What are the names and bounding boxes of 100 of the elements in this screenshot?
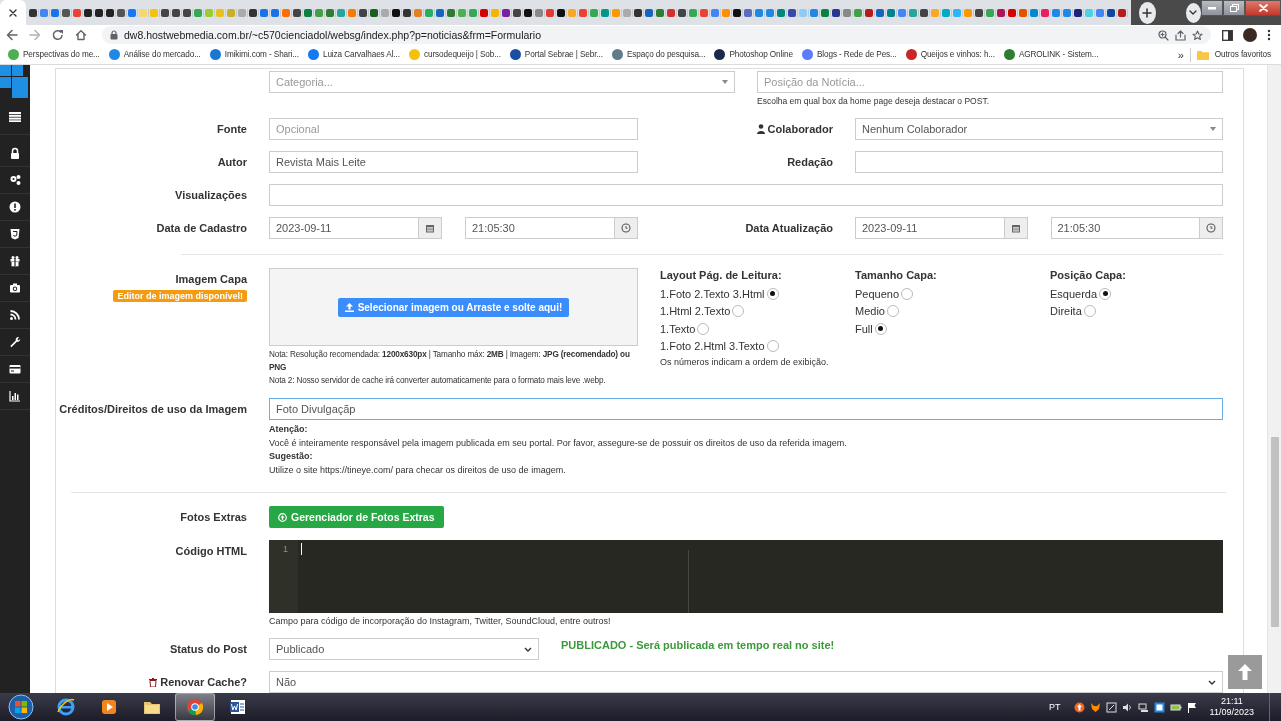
- bookmark-link[interactable]: Espaço do pesquisa...: [626, 50, 706, 59]
- taskbar-app-button[interactable]: [175, 693, 215, 721]
- tab-favicon-icon[interactable]: [1107, 8, 1115, 17]
- tab-favicon-icon[interactable]: [249, 8, 257, 17]
- tab-favicon-icon[interactable]: [634, 8, 642, 17]
- battery-icon[interactable]: [1169, 701, 1182, 713]
- rss-icon[interactable]: [9, 309, 21, 321]
- gears-icon[interactable]: [9, 174, 21, 186]
- scroll-to-top-button[interactable]: [1228, 655, 1262, 689]
- time-field[interactable]: 21:05:30: [1050, 217, 1223, 239]
- tab-favicon-icon[interactable]: [84, 8, 92, 17]
- radio-button[interactable]: [886, 305, 899, 318]
- bookmark-link[interactable]: Perspectivas do me...: [23, 50, 100, 59]
- share-icon[interactable]: [1175, 29, 1186, 41]
- tab-favicon-icon[interactable]: [161, 8, 169, 17]
- shield-icon[interactable]: [9, 228, 21, 240]
- tab-favicon-icon[interactable]: [502, 8, 510, 17]
- fox-icon[interactable]: [1089, 701, 1101, 713]
- tray-app-icon[interactable]: [1153, 701, 1165, 713]
- tab-favicon-icon[interactable]: [172, 8, 180, 17]
- bookmark-link[interactable]: Portal Sebrae | Sebr...: [524, 50, 603, 59]
- radio-button[interactable]: [1099, 287, 1112, 300]
- radio-button[interactable]: [697, 322, 710, 335]
- credit-card-icon[interactable]: [9, 363, 21, 375]
- tab-favicon-icon[interactable]: [403, 8, 411, 17]
- radio-button[interactable]: [874, 322, 887, 335]
- reload-icon[interactable]: [52, 29, 64, 41]
- bar-chart-icon[interactable]: [9, 390, 21, 402]
- status-select[interactable]: Publicado: [269, 638, 539, 660]
- window-close-button[interactable]: [1245, 0, 1281, 16]
- tab-favicon-icon[interactable]: [95, 8, 103, 17]
- radio-button[interactable]: [1083, 305, 1096, 318]
- lock-icon[interactable]: [9, 147, 21, 159]
- more-menu-icon[interactable]: [1267, 29, 1271, 41]
- new-tab-button[interactable]: [1139, 1, 1156, 24]
- radio-button[interactable]: [766, 287, 779, 300]
- tab-favicon-icon[interactable]: [832, 8, 840, 17]
- language-indicator[interactable]: PT: [1049, 702, 1061, 712]
- cache-select[interactable]: Não: [269, 671, 1223, 693]
- tab-favicon-icon[interactable]: [678, 8, 686, 17]
- time-field[interactable]: 21:05:30: [465, 217, 638, 239]
- start-orb-icon[interactable]: [8, 694, 34, 720]
- close-icon[interactable]: [9, 8, 17, 17]
- volume-icon[interactable]: [1121, 701, 1133, 713]
- update-icon[interactable]: [1073, 701, 1085, 713]
- radio-button[interactable]: [901, 287, 914, 300]
- tray-app-icon[interactable]: [1105, 701, 1117, 713]
- bookmark-link[interactable]: cursodequeijo | Sob...: [423, 50, 501, 59]
- date-field[interactable]: 2023-09-11: [269, 217, 442, 239]
- views-field[interactable]: [269, 184, 1223, 206]
- profile-avatar[interactable]: [1243, 28, 1257, 42]
- bookmark-link[interactable]: Análise do mercado...: [123, 50, 201, 59]
- date-field[interactable]: 2023-09-11: [855, 217, 1028, 239]
- newsroom-field[interactable]: [855, 151, 1223, 173]
- radio-button[interactable]: [766, 340, 779, 353]
- tab-favicon-icon[interactable]: [183, 8, 191, 17]
- collaborator-select[interactable]: Nenhum Colaborador: [855, 118, 1223, 140]
- tab-favicon-icon[interactable]: [1074, 8, 1082, 17]
- radio-button[interactable]: [732, 305, 745, 318]
- camera-icon[interactable]: [9, 282, 21, 294]
- bookmark-link[interactable]: Luiza Carvalhaes Al...: [322, 50, 400, 59]
- back-icon[interactable]: [6, 29, 18, 41]
- tab-favicon-icon[interactable]: [370, 8, 378, 17]
- author-field[interactable]: Revista Mais Leite: [269, 151, 638, 173]
- tab-favicon-icon[interactable]: [524, 8, 532, 17]
- network-icon[interactable]: [1137, 701, 1149, 713]
- clock[interactable]: 21:11 11/09/2023: [1209, 696, 1254, 718]
- tab-favicon-icon[interactable]: [392, 8, 400, 17]
- tab-favicon-icon[interactable]: [788, 8, 796, 17]
- tab-favicon-icon[interactable]: [975, 8, 983, 17]
- menu-icon[interactable]: [9, 112, 21, 122]
- alert-icon[interactable]: [9, 201, 21, 213]
- tab-favicon-icon[interactable]: [557, 8, 565, 17]
- bookmark-link[interactable]: Queijos e vinhos: h...: [920, 50, 995, 59]
- zoom-icon[interactable]: [1158, 29, 1169, 41]
- tab-favicon-icon[interactable]: [293, 8, 301, 17]
- wrench-icon[interactable]: [9, 336, 21, 348]
- tab-favicon-icon[interactable]: [29, 8, 37, 17]
- bookmark-link[interactable]: Imikimi.com - Shari...: [224, 50, 299, 59]
- home-icon[interactable]: [75, 29, 87, 41]
- bookmark-link[interactable]: Blogs - Rede de Pes...: [816, 50, 897, 59]
- tab-favicon-icon[interactable]: [920, 8, 928, 17]
- tab-favicon-icon[interactable]: [733, 8, 741, 17]
- tab-search-button[interactable]: [1185, 2, 1201, 23]
- bookmark-folder-link[interactable]: Outros favoritos: [1214, 50, 1271, 59]
- address-bar[interactable]: dw8.hostwebmedia.com.br/~c570cienciadol/websg/index.php?p=noticias&frm=Formulario: [102, 26, 1211, 44]
- star-icon[interactable]: [1192, 29, 1203, 41]
- gift-icon[interactable]: [9, 255, 21, 267]
- credits-field[interactable]: Foto Divulgaçãp: [269, 398, 1223, 420]
- code-editor[interactable]: 1: [269, 540, 1223, 613]
- bookmark-link[interactable]: AGROLINK - Sistem...: [1018, 50, 1099, 59]
- maximize-button[interactable]: [1223, 0, 1245, 16]
- flag-icon[interactable]: [1186, 701, 1197, 713]
- scrollbar[interactable]: [1267, 65, 1281, 693]
- tab-favicon-icon[interactable]: [513, 8, 521, 17]
- tab-favicon-icon[interactable]: [106, 8, 114, 17]
- tab-favicon-icon[interactable]: [359, 8, 367, 17]
- bookmark-link[interactable]: Photoshop Online: [729, 50, 793, 59]
- more-bookmarks-button[interactable]: »: [1171, 48, 1190, 61]
- minimize-button[interactable]: [1201, 0, 1223, 16]
